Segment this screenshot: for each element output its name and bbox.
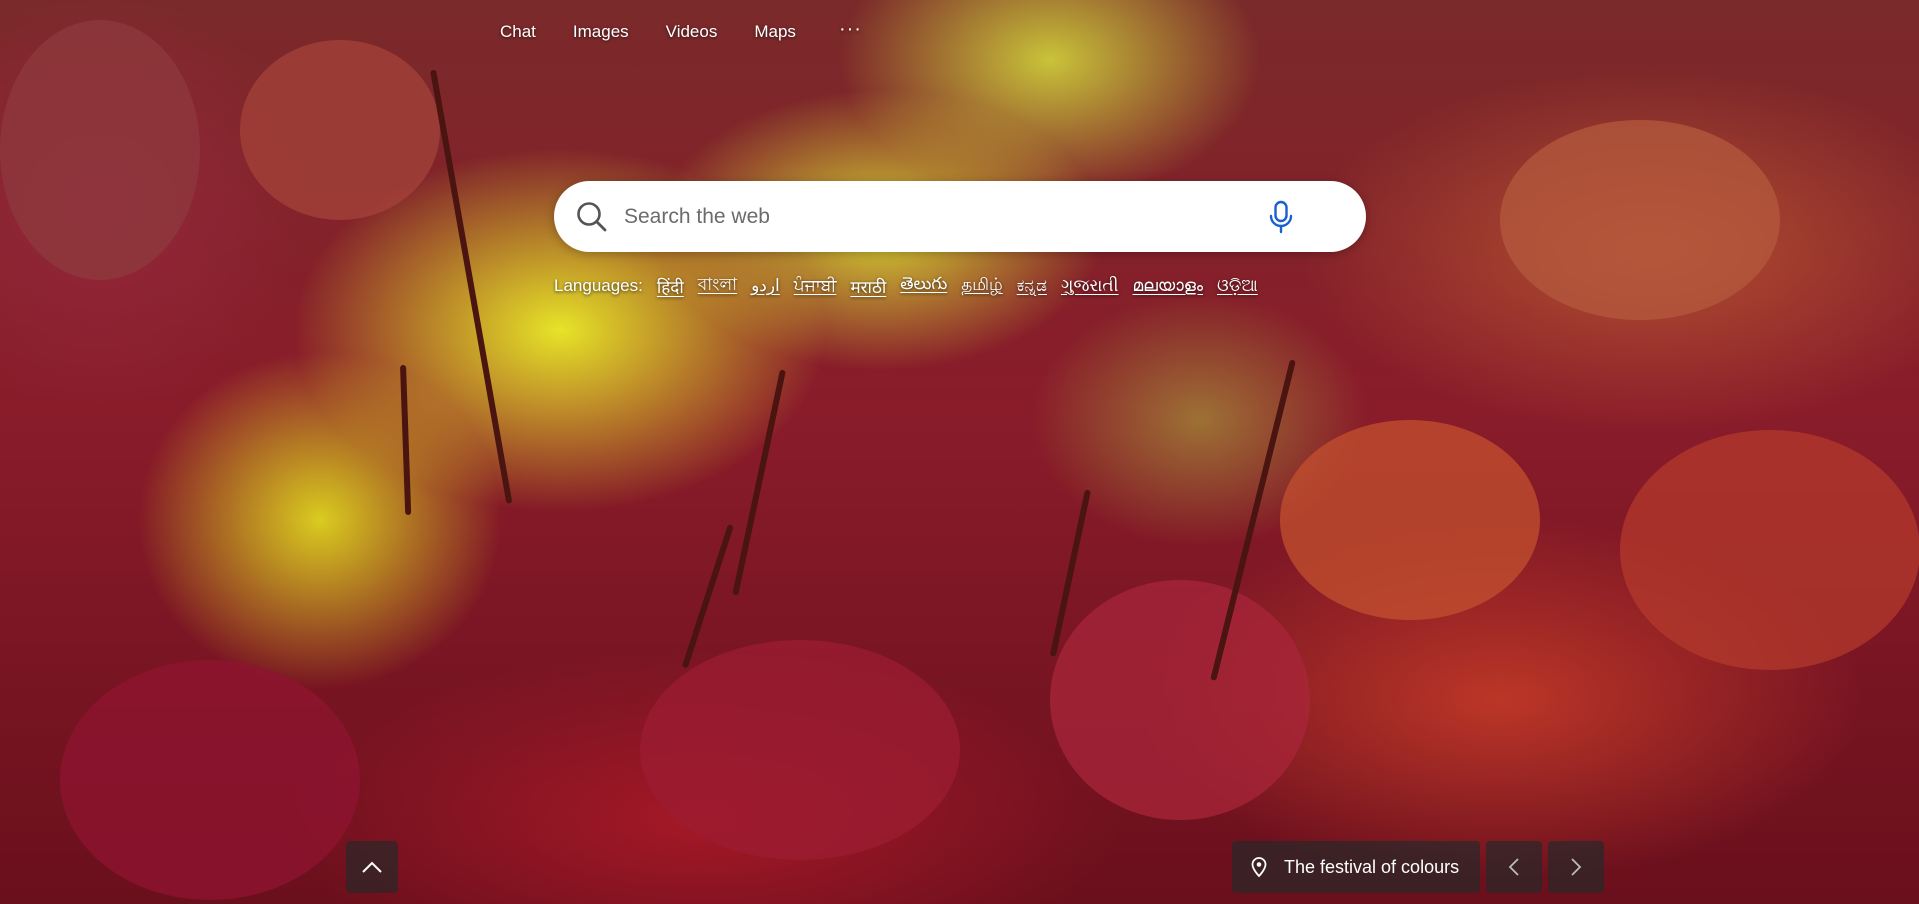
- nav-images-link[interactable]: Images: [573, 22, 629, 42]
- background-image: [0, 0, 1919, 904]
- nav-chat-link[interactable]: Chat: [500, 22, 536, 42]
- language-link-marathi[interactable]: मराठी: [850, 275, 886, 298]
- nav-maps-link[interactable]: Maps: [754, 22, 796, 42]
- language-link-hindi[interactable]: हिंदी: [657, 275, 684, 298]
- search-box: [554, 181, 1366, 252]
- language-link-telugu[interactable]: తెలుగు: [900, 274, 947, 298]
- languages-bar: Languages: हिंदी বাংলা اردو ਪੰਜਾਬੀ मराठी…: [554, 272, 1272, 300]
- language-link-kannada[interactable]: ಕನ್ನಡ: [1017, 276, 1047, 296]
- image-caption-button[interactable]: The festival of colours: [1232, 841, 1480, 893]
- chevron-left-icon: [1508, 858, 1519, 876]
- language-link-malayalam[interactable]: മലയാളം: [1133, 276, 1203, 296]
- microphone-icon[interactable]: [1266, 199, 1296, 235]
- more-options-icon[interactable]: ···: [839, 18, 862, 41]
- search-input[interactable]: [622, 195, 1266, 238]
- chevron-up-icon: [362, 861, 382, 873]
- location-pin-icon: [1251, 857, 1267, 878]
- chevron-right-icon: [1571, 858, 1582, 876]
- language-link-bengali[interactable]: বাংলা: [698, 272, 737, 300]
- language-link-gujarati[interactable]: ગુજરાતી: [1061, 276, 1119, 296]
- language-link-tamil[interactable]: தமிழ்: [961, 275, 1003, 297]
- languages-label: Languages:: [554, 276, 643, 295]
- search-icon: [577, 201, 607, 231]
- language-link-urdu[interactable]: اردو: [751, 276, 780, 296]
- previous-image-button[interactable]: [1486, 841, 1542, 893]
- scroll-up-button[interactable]: [346, 841, 398, 893]
- nav-videos-link[interactable]: Videos: [666, 22, 718, 42]
- next-image-button[interactable]: [1548, 841, 1604, 893]
- language-link-odia[interactable]: ଓଡ଼ିଆ: [1217, 276, 1258, 296]
- image-caption-text: The festival of colours: [1284, 856, 1460, 877]
- top-nav: Chat Images Videos Maps ···: [500, 18, 862, 42]
- language-link-punjabi[interactable]: ਪੰਜਾਬੀ: [794, 276, 837, 296]
